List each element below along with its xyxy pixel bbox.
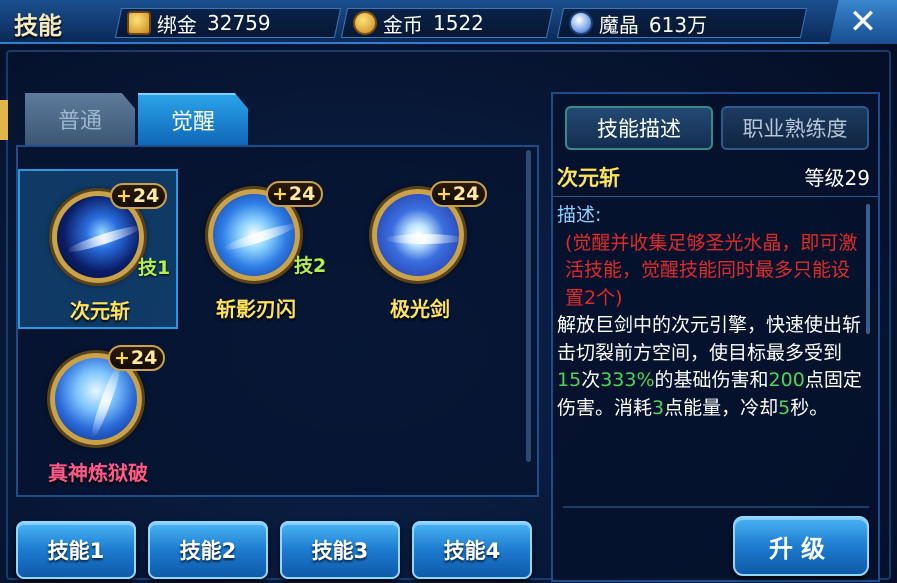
top-bar: 技能 绑金 32759 金币 1522 魔晶 613万 ✕	[0, 0, 897, 44]
skill-info-panel: 技能描述 职业熟练度 次元斩 等级29 描述: (觉醒并收集足够圣光水晶，即可激…	[551, 92, 880, 582]
skill-level-badge: +24	[266, 181, 324, 207]
tab-awaken[interactable]: 觉醒	[138, 93, 248, 145]
divider	[563, 506, 869, 508]
close-icon: ✕	[848, 2, 878, 42]
gold-coin-value: 1522	[433, 11, 484, 35]
magic-crystal-counter: 魔晶 613万	[556, 8, 808, 38]
description-scrollbar[interactable]	[866, 204, 870, 334]
tab-normal[interactable]: 普通	[25, 93, 135, 145]
skill-slot-1-button[interactable]: 技能1	[16, 521, 136, 579]
magic-crystal-icon	[569, 11, 593, 35]
description-body: 解放巨剑中的次元引擎，快速使出斩击切裂前方空间，使目标最多受到15次333%的基…	[557, 314, 862, 419]
bind-gold-label: 绑金	[157, 12, 197, 37]
skill-card-1[interactable]: +24 技1 次元斩	[18, 169, 178, 329]
gold-coin-counter: 金币 1522	[340, 8, 554, 38]
divider	[553, 196, 878, 197]
skill-slot-2-button[interactable]: 技能2	[148, 521, 268, 579]
skill-name: 次元斩	[70, 299, 130, 323]
tab-skill-description[interactable]: 技能描述	[565, 106, 713, 150]
skill-slot-3-button[interactable]: 技能3	[280, 521, 400, 579]
skill-grid: +24 技1 次元斩 +24 技2 斩影刃闪 +24 极光剑 +24 真神炼狱破	[16, 145, 539, 497]
skill-card-3[interactable]: +24 极光剑	[340, 169, 500, 329]
selected-skill-name: 次元斩	[557, 166, 620, 190]
gold-coin-label: 金币	[383, 12, 423, 37]
close-button[interactable]: ✕	[829, 0, 897, 44]
skill-level-badge: +24	[430, 181, 488, 207]
skill-level-badge: +24	[110, 183, 168, 209]
page-title: 技能	[14, 12, 62, 40]
skill-list-scrollbar[interactable]	[526, 150, 531, 462]
bind-gold-counter: 绑金 32759	[114, 8, 342, 38]
awaken-requirement-text: (觉醒并收集足够圣光水晶，即可激活技能，觉醒技能同时最多只能设置2个)	[565, 231, 858, 309]
magic-crystal-value: 613万	[649, 12, 708, 37]
skill-level-badge: +24	[108, 345, 166, 371]
skill-slot-4-button[interactable]: 技能4	[412, 521, 532, 579]
skill-description: 描述: (觉醒并收集足够圣光水晶，即可激活技能，觉醒技能同时最多只能设置2个) …	[557, 202, 865, 422]
skill-card-4[interactable]: +24 真神炼狱破	[18, 333, 178, 493]
skill-slot-tag: 技1	[138, 257, 171, 279]
skill-name: 斩影刃闪	[216, 297, 296, 321]
skill-name: 真神炼狱破	[48, 461, 148, 485]
skill-card-2[interactable]: +24 技2 斩影刃闪	[176, 169, 336, 329]
side-decoration	[0, 100, 8, 140]
game-window: 技能 绑金 32759 金币 1522 魔晶 613万 ✕ 普通 觉醒 +24	[0, 0, 897, 583]
bind-gold-value: 32759	[207, 11, 271, 35]
skill-slot-tag: 技2	[294, 255, 327, 277]
magic-crystal-label: 魔晶	[599, 12, 639, 37]
selected-skill-level: 等级29	[804, 166, 870, 190]
tab-class-proficiency[interactable]: 职业熟练度	[721, 106, 869, 150]
bind-gold-icon	[127, 11, 151, 35]
gold-coin-icon	[353, 11, 377, 35]
skill-name: 极光剑	[390, 297, 450, 321]
description-heading: 描述:	[557, 204, 602, 226]
upgrade-button[interactable]: 升级	[733, 516, 869, 576]
